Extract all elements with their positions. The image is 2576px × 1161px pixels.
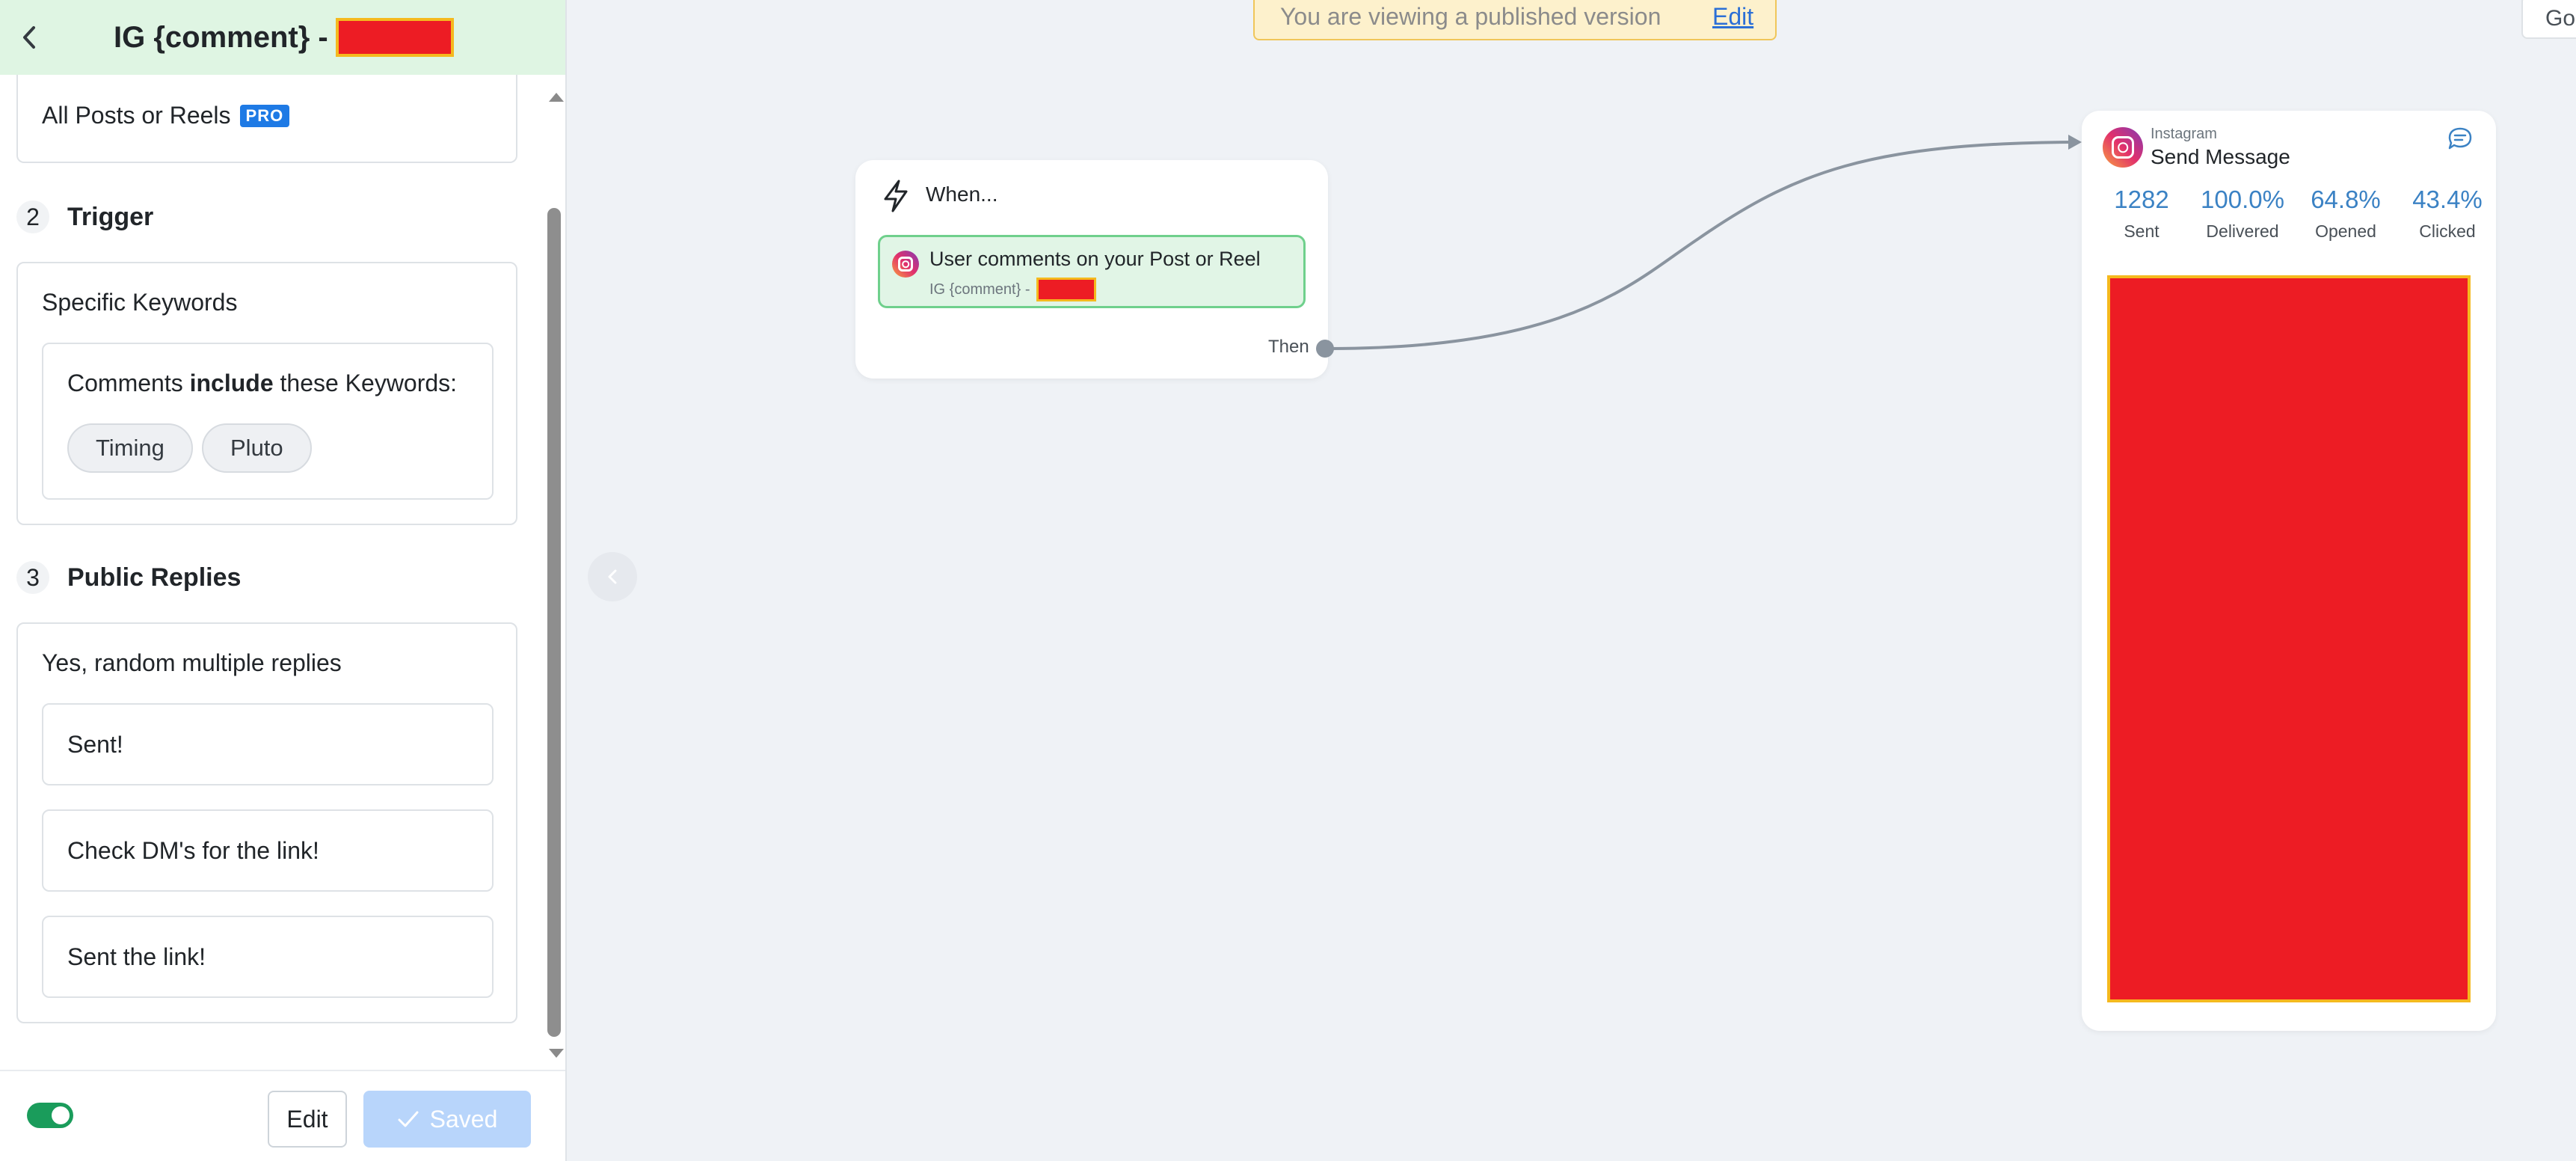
instagram-icon xyxy=(892,251,919,278)
redacted-name xyxy=(1036,278,1096,301)
stat-label: Delivered xyxy=(2206,221,2279,241)
stat-label: Clicked xyxy=(2419,221,2476,241)
trigger-title: User comments on your Post or Reel xyxy=(929,248,1261,270)
stat-value: 100.0% xyxy=(2201,186,2284,213)
trigger-subtitle: IG {comment} - xyxy=(929,278,1096,301)
stat-opened: 64.8% Opened xyxy=(2302,186,2390,242)
node-platform: Instagram xyxy=(2151,126,2217,142)
then-connector-handle[interactable] xyxy=(1316,340,1334,358)
trigger-subtitle-text: IG {comment} - xyxy=(929,281,1030,298)
stat-value: 43.4% xyxy=(2412,186,2483,213)
chat-bubble-icon[interactable] xyxy=(2447,126,2474,151)
stat-value: 64.8% xyxy=(2311,186,2381,213)
when-trigger-node[interactable]: When... User comments on your Post or Re… xyxy=(855,160,1334,379)
instagram-icon xyxy=(2103,127,2143,168)
stat-label: Sent xyxy=(2124,221,2160,241)
node-title: Send Message xyxy=(2151,145,2290,168)
stat-value: 1282 xyxy=(2114,186,2169,213)
send-message-node[interactable]: Instagram Send Message 1282 Sent 100.0% … xyxy=(2082,111,2496,1031)
comment-trigger-box[interactable]: User comments on your Post or Reel IG {c… xyxy=(878,235,1306,308)
stat-sent: 1282 Sent xyxy=(2104,186,2179,242)
when-label: When... xyxy=(926,183,998,206)
stat-clicked: 43.4% Clicked xyxy=(2403,186,2492,242)
stat-delivered: 100.0% Delivered xyxy=(2192,186,2293,242)
stat-label: Opened xyxy=(2315,221,2376,241)
then-label: Then xyxy=(1268,337,1309,357)
lightning-icon xyxy=(884,180,908,212)
message-preview-redacted xyxy=(2107,275,2471,1002)
